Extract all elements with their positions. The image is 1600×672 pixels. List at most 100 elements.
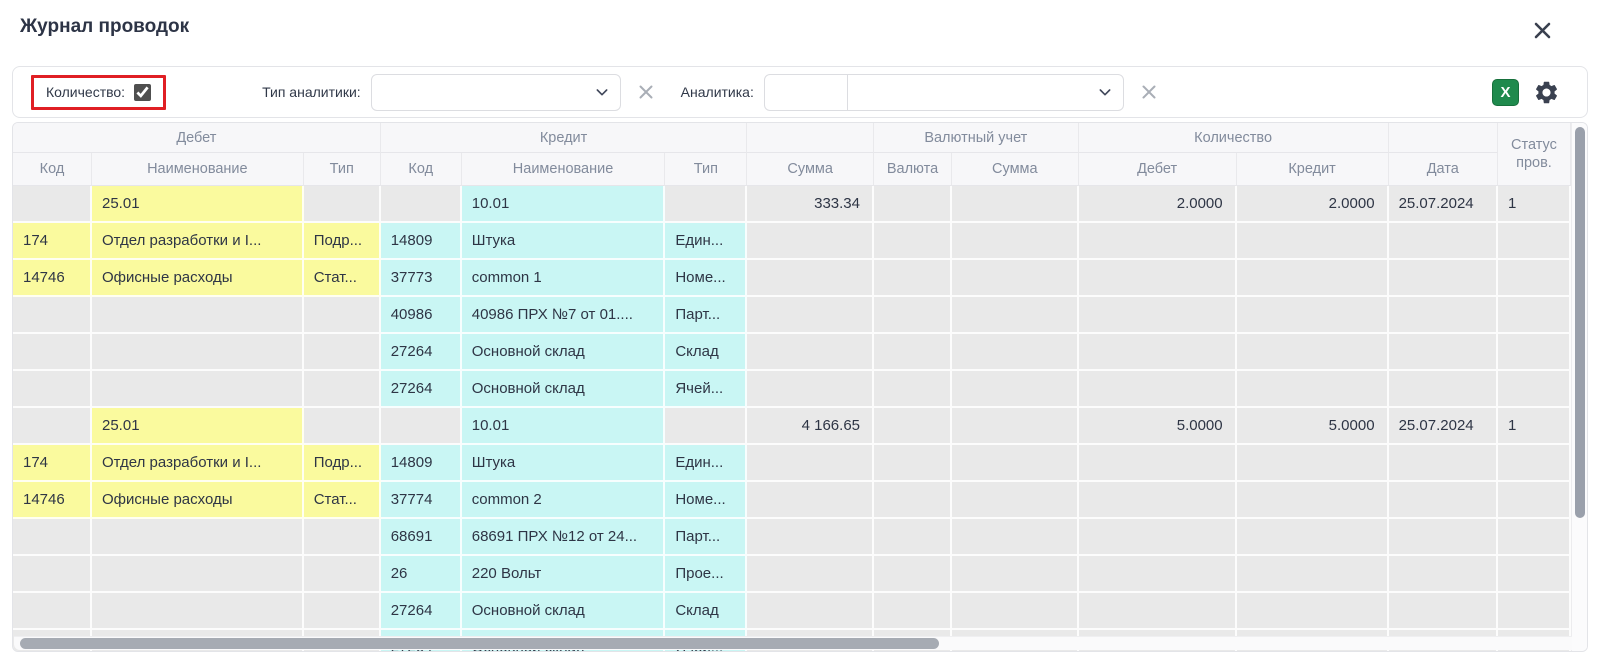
cell-credit-name[interactable]: 10.01 <box>462 186 666 223</box>
cell-debit-name[interactable]: 25.01 <box>92 408 304 445</box>
cell-date[interactable] <box>1389 260 1498 297</box>
cell-debit-code[interactable] <box>13 371 92 408</box>
cell-sum[interactable] <box>747 260 874 297</box>
cell-credit-type[interactable]: Ячей... <box>665 371 747 408</box>
table-row[interactable]: 25.0110.01333.342.00002.000025.07.20241 <box>13 186 1571 223</box>
cell-credit-code[interactable]: 27264 <box>381 334 462 371</box>
cell-debit-name[interactable] <box>92 371 304 408</box>
cell-currency[interactable] <box>874 186 952 223</box>
table-row[interactable]: 14746Офисные расходыСтат...37773common 1… <box>13 260 1571 297</box>
cell-credit-code[interactable]: 27264 <box>381 371 462 408</box>
cell-debit-type[interactable] <box>304 371 381 408</box>
cell-date[interactable]: 25.07.2024 <box>1389 186 1498 223</box>
cell-debit-code[interactable]: 174 <box>13 445 92 482</box>
cell-currency[interactable] <box>874 445 952 482</box>
excel-export-icon[interactable]: X <box>1492 79 1519 106</box>
cell-debit-type[interactable] <box>304 186 381 223</box>
table-row[interactable]: 174Отдел разработки и I...Подр...14809Шт… <box>13 445 1571 482</box>
cell-debit-type[interactable] <box>304 297 381 334</box>
cell-debit-name[interactable]: Отдел разработки и I... <box>92 445 304 482</box>
cell-status[interactable]: 1 <box>1498 186 1571 223</box>
cell-credit-name[interactable]: Штука <box>462 223 666 260</box>
cell-debit-name[interactable] <box>92 297 304 334</box>
cell-debit-name[interactable] <box>92 519 304 556</box>
cell-qty-credit[interactable] <box>1237 334 1389 371</box>
cell-debit-type[interactable]: Подр... <box>304 223 381 260</box>
cell-credit-code[interactable]: 14809 <box>381 223 462 260</box>
cell-currency[interactable] <box>874 408 952 445</box>
cell-qty-debit[interactable] <box>1079 297 1237 334</box>
cell-qty-credit[interactable]: 5.0000 <box>1237 408 1389 445</box>
cell-currency[interactable] <box>874 223 952 260</box>
cell-debit-code[interactable]: 14746 <box>13 482 92 519</box>
cell-sum[interactable] <box>747 371 874 408</box>
cell-credit-name[interactable]: Основной склад <box>462 334 666 371</box>
cell-sum[interactable] <box>747 334 874 371</box>
cell-date[interactable] <box>1389 593 1498 630</box>
cell-status[interactable] <box>1498 371 1571 408</box>
cell-debit-code[interactable] <box>13 593 92 630</box>
cell-debit-code[interactable]: 14746 <box>13 260 92 297</box>
cell-qty-debit[interactable] <box>1079 223 1237 260</box>
cell-date[interactable] <box>1389 334 1498 371</box>
cell-debit-type[interactable] <box>304 334 381 371</box>
cell-credit-name[interactable]: Штука <box>462 445 666 482</box>
cell-qty-credit[interactable] <box>1237 223 1389 260</box>
cell-qty-debit[interactable] <box>1079 519 1237 556</box>
cell-credit-name[interactable]: Основной склад <box>462 371 666 408</box>
cell-credit-code[interactable] <box>381 408 462 445</box>
cell-currency-sum[interactable] <box>952 519 1079 556</box>
cell-credit-type[interactable]: Прое... <box>665 556 747 593</box>
cell-currency-sum[interactable] <box>952 260 1079 297</box>
cell-sum[interactable] <box>747 593 874 630</box>
cell-credit-code[interactable] <box>381 186 462 223</box>
cell-date[interactable] <box>1389 482 1498 519</box>
cell-qty-debit[interactable] <box>1079 556 1237 593</box>
cell-date[interactable]: 25.07.2024 <box>1389 408 1498 445</box>
cell-currency-sum[interactable] <box>952 482 1079 519</box>
cell-sum[interactable] <box>747 519 874 556</box>
table-row[interactable]: 27264Основной складЯчей... <box>13 371 1571 408</box>
cell-credit-name[interactable]: Основной склад <box>462 593 666 630</box>
cell-debit-code[interactable] <box>13 186 92 223</box>
cell-sum[interactable] <box>747 297 874 334</box>
cell-debit-name[interactable]: Отдел разработки и I... <box>92 223 304 260</box>
cell-currency-sum[interactable] <box>952 445 1079 482</box>
cell-debit-type[interactable] <box>304 593 381 630</box>
cell-sum[interactable] <box>747 482 874 519</box>
table-row[interactable]: 26220 ВольтПрое... <box>13 556 1571 593</box>
cell-qty-debit[interactable]: 2.0000 <box>1079 186 1237 223</box>
cell-currency-sum[interactable] <box>952 334 1079 371</box>
cell-credit-type[interactable]: Склад <box>665 334 747 371</box>
cell-qty-debit[interactable] <box>1079 593 1237 630</box>
cell-status[interactable] <box>1498 482 1571 519</box>
cell-status[interactable] <box>1498 593 1571 630</box>
cell-qty-debit[interactable] <box>1079 482 1237 519</box>
cell-currency[interactable] <box>874 334 952 371</box>
cell-credit-code[interactable]: 40986 <box>381 297 462 334</box>
cell-debit-code[interactable] <box>13 334 92 371</box>
cell-qty-credit[interactable] <box>1237 260 1389 297</box>
close-icon[interactable] <box>1530 18 1554 42</box>
cell-date[interactable] <box>1389 297 1498 334</box>
cell-currency[interactable] <box>874 519 952 556</box>
cell-status[interactable] <box>1498 445 1571 482</box>
cell-sum[interactable] <box>747 556 874 593</box>
clear-analytics-type-icon[interactable] <box>638 84 654 100</box>
table-row[interactable]: 27264Основной складСклад <box>13 593 1571 630</box>
cell-qty-debit[interactable]: 5.0000 <box>1079 408 1237 445</box>
cell-credit-type[interactable]: Един... <box>665 223 747 260</box>
cell-debit-name[interactable]: Офисные расходы <box>92 482 304 519</box>
cell-credit-code[interactable]: 68691 <box>381 519 462 556</box>
vertical-scrollbar-thumb[interactable] <box>1575 127 1585 518</box>
table-row[interactable]: 27264Основной складСклад <box>13 334 1571 371</box>
cell-qty-credit[interactable] <box>1237 556 1389 593</box>
cell-credit-name[interactable]: 220 Вольт <box>462 556 666 593</box>
cell-date[interactable] <box>1389 445 1498 482</box>
cell-credit-type[interactable]: Един... <box>665 445 747 482</box>
cell-currency[interactable] <box>874 297 952 334</box>
analytics-type-select[interactable] <box>371 74 621 111</box>
cell-debit-name[interactable] <box>92 556 304 593</box>
cell-debit-code[interactable] <box>13 297 92 334</box>
table-row[interactable]: 6869168691 ПРХ №12 от 24...Парт... <box>13 519 1571 556</box>
